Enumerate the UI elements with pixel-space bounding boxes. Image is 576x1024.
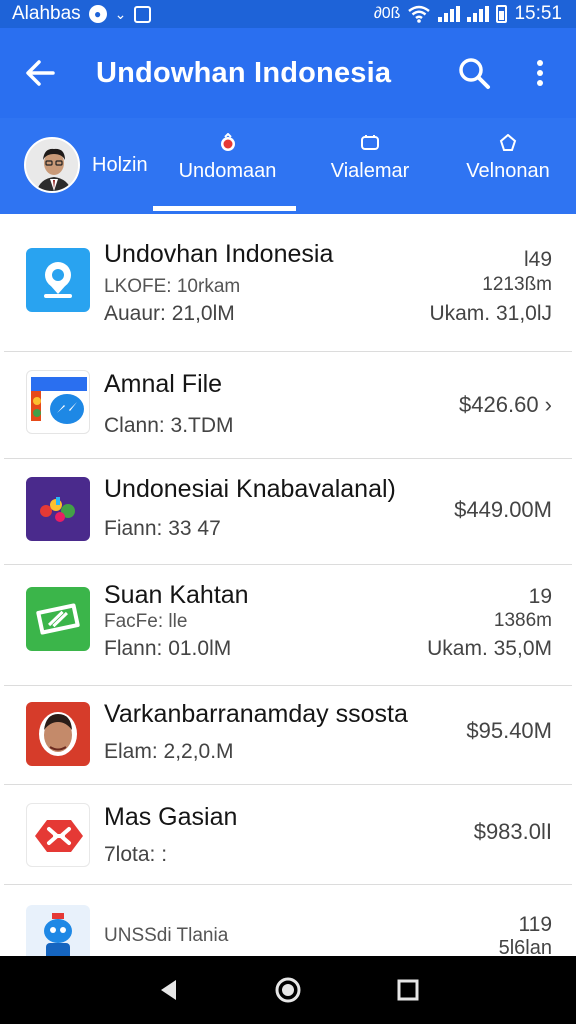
app-bar: Undowhan Indonesia: [0, 28, 576, 118]
back-button[interactable]: [0, 28, 80, 118]
avatar: [24, 137, 80, 193]
tab-velnonan-label: Velnonan: [466, 160, 550, 182]
app-icon-location: [26, 248, 90, 312]
app-icon-messenger: [26, 370, 90, 434]
app-icon-portrait: [26, 702, 90, 766]
signal-icon: [438, 6, 461, 22]
app-total: Ukam. 35,0M: [427, 637, 552, 660]
tab-vialemar[interactable]: Vialemar: [330, 130, 410, 214]
tab-velnonan[interactable]: Velnonan: [465, 130, 551, 214]
carrier-label: Alahbas: [12, 3, 81, 24]
tab-profile[interactable]: Holzin: [24, 135, 164, 195]
tab-profile-label: Holzin: [92, 153, 148, 176]
fire-icon: [220, 133, 235, 151]
more-vert-icon: [537, 60, 543, 86]
app-icon-cross: [26, 803, 90, 867]
list-item[interactable]: Undonesiai Knabavalanal) Fiann: 33 47 $4…: [4, 459, 572, 565]
app-name: Mas Gasian: [104, 803, 238, 831]
search-icon: [459, 58, 490, 89]
app-name: Amnal File: [104, 370, 223, 398]
app-meta: 7lota: :: [104, 843, 168, 866]
app-list[interactable]: Undovhan Indonesia LKOFE: 10rkam Auaur: …: [4, 214, 572, 956]
app-meta: Fiann: 33 47: [104, 517, 221, 540]
list-item[interactable]: Undovhan Indonesia LKOFE: 10rkam Auaur: …: [4, 214, 572, 352]
app-subtitle: LKOFE: 10rkam: [104, 276, 241, 297]
chevron-down-icon: ⌄: [114, 5, 127, 22]
app-count: 1386m: [493, 610, 552, 631]
tab-vialemar-label: Vialemar: [330, 160, 410, 182]
app-meta: Auaur: 21,0lM: [104, 302, 235, 325]
signal-2-icon: [467, 6, 490, 22]
list-item[interactable]: Suan Kahtan FacFe: lle Flann: 01.0lM 19 …: [4, 565, 572, 686]
app-rank: l49: [523, 248, 552, 271]
network-label: ∂0ß: [373, 5, 401, 22]
list-item[interactable]: UNSSdi Tlania 119 5l6lan: [4, 885, 572, 956]
home-circle-icon[interactable]: [274, 976, 302, 1004]
notification-icon: ●: [88, 5, 107, 23]
list-item[interactable]: Mas Gasian 7lota: : $983.0lI: [4, 785, 572, 885]
system-nav-bar: [0, 956, 576, 1024]
tab-indicator: [153, 206, 296, 211]
app-rank: 119: [518, 913, 552, 936]
app-price: $426.60 ›: [459, 392, 552, 417]
app-price: $95.40M: [466, 718, 552, 743]
app-price: $449.00M: [454, 497, 552, 522]
tag-icon: [499, 134, 517, 151]
list-item[interactable]: Amnal File Clann: 3.TDM $426.60 ›: [4, 352, 572, 459]
app-meta: Flann: 01.0lM: [104, 637, 232, 660]
app-name: Undovhan Indonesia: [104, 240, 334, 268]
tab-undomaan[interactable]: Undomaan: [178, 130, 277, 214]
recents-square-icon[interactable]: [397, 979, 419, 1001]
arrow-left-icon: [26, 60, 55, 86]
app-name: Varkanbarranamday ssosta: [104, 700, 408, 728]
battery-icon: [496, 5, 508, 23]
tab-bar: Holzin Undomaan Vialemar Velnonan: [0, 118, 576, 214]
app-subtitle: UNSSdi Tlania: [104, 925, 229, 946]
app-icon-robot: [26, 905, 90, 956]
app-count: 5l6lan: [498, 937, 552, 956]
app-icon-ticket: [26, 587, 90, 651]
page-title: Undowhan Indonesia: [96, 56, 392, 89]
app-subtitle: FacFe: lle: [104, 611, 188, 632]
status-bar: Alahbas ● ⌄ ∂0ß 15:51: [0, 0, 576, 28]
search-button[interactable]: [444, 28, 504, 118]
app-meta: Clann: 3.TDM: [104, 414, 234, 437]
wifi-icon: [408, 5, 431, 23]
app-name: Suan Kahtan: [104, 581, 249, 609]
clock: 15:51: [514, 3, 562, 24]
back-triangle-icon[interactable]: [157, 978, 179, 1002]
tab-undomaan-label: Undomaan: [178, 160, 277, 182]
app-meta: Elam: 2,2,0.M: [104, 740, 234, 763]
app-rank: 19: [528, 585, 552, 608]
message-icon: [361, 135, 379, 150]
app-notification-icon: [134, 5, 152, 23]
app-icon-colors: [26, 477, 90, 541]
list-item[interactable]: Varkanbarranamday ssosta Elam: 2,2,0.M $…: [4, 686, 572, 785]
app-count: 1213ßm: [482, 274, 552, 295]
app-total: Ukam. 31,0lJ: [429, 302, 552, 325]
more-options-button[interactable]: [504, 28, 576, 118]
app-price: $983.0lI: [473, 819, 552, 844]
app-name: Undonesiai Knabavalanal): [104, 475, 396, 503]
